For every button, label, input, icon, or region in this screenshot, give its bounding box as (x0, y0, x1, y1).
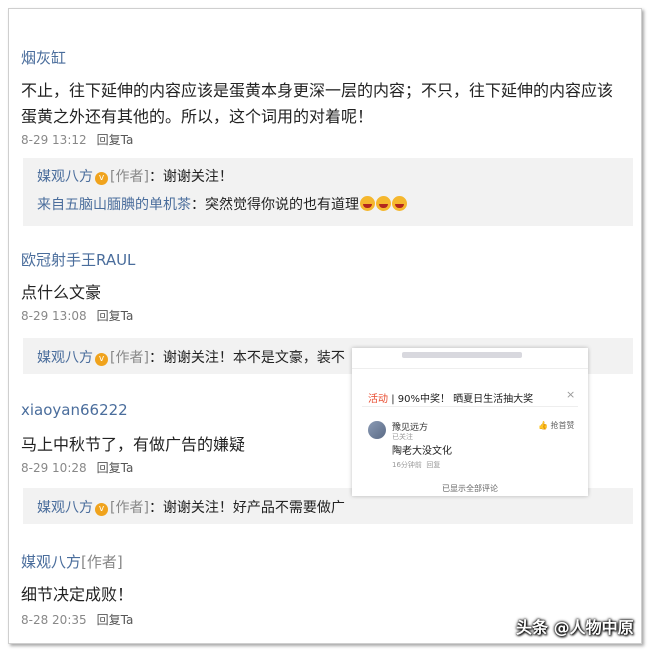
comment-2-username[interactable]: 欧冠射手王RAUL (21, 249, 135, 270)
blurred-text (402, 352, 522, 358)
watermark: 头条 @人物中原 (516, 618, 634, 637)
avatar[interactable] (368, 421, 386, 439)
comment-2-meta: 8-29 13:08 回复Ta (21, 307, 133, 324)
comment-2-time: 8-29 13:08 (21, 309, 87, 323)
comment-1-line-2: 蛋黄之外还有其他的。所以，这个词用的对着呢！ (21, 107, 374, 126)
comment-1-meta: 8-29 13:12 回复Ta (21, 131, 133, 148)
comment-1-reply-button[interactable]: 回复Ta (97, 133, 134, 147)
popup-time: 16分钟前 (392, 461, 422, 469)
popup-top-bar (352, 348, 588, 369)
reply-3-1: 媒观八方 v [作者]：谢谢关注！好产品不需要做广 (37, 497, 345, 517)
reply-1-1-text: ：谢谢关注！ (148, 169, 233, 185)
reply-2-1-text: ：谢谢关注！本不是文豪，装不 (148, 350, 345, 366)
author-tag: [作者] (110, 169, 149, 185)
verified-badge-icon: v (95, 353, 108, 366)
like-button[interactable]: 👍 抢首赞 (538, 420, 575, 431)
comment-3-reply-button[interactable]: 回复Ta (97, 461, 134, 475)
comment-4-username[interactable]: 媒观八方 (21, 553, 81, 571)
thumb-up-icon: 👍 (538, 421, 548, 430)
laugh-emoji-icon (392, 196, 407, 211)
laugh-emoji-icon (360, 196, 375, 211)
reply-3-1-text: ：谢谢关注！好产品不需要做广 (148, 500, 345, 516)
comment-4-username-line: 媒观八方[作者] (21, 551, 123, 572)
popup-comment-text: 陶老大没文化 (392, 446, 452, 457)
reply-1-2-text: ：突然觉得你说的也有道理 (191, 197, 359, 213)
reply-3-1-user[interactable]: 媒观八方 (37, 500, 93, 516)
author-tag: [作者] (110, 500, 149, 516)
comment-4-reply-button[interactable]: 回复Ta (97, 613, 134, 627)
comment-2-line-1: 点什么文豪 (21, 283, 102, 302)
activity-banner[interactable]: 活动 | 90%中奖！ 晒夏日生活抽大奖 (368, 390, 533, 405)
comment-1-time: 8-29 13:12 (21, 133, 87, 147)
comment-4-time: 8-28 20:35 (21, 613, 87, 627)
comment-4-line-1: 细节决定成败！ (21, 585, 134, 604)
comment-2-reply-button[interactable]: 回复Ta (97, 309, 134, 323)
reply-1-1: 媒观八方 v [作者]：谢谢关注！ (37, 166, 233, 186)
popup-footer: 已显示全部评论 (442, 484, 498, 493)
comment-4-meta: 8-28 20:35 回复Ta (21, 611, 133, 628)
reply-2-1: 媒观八方 v [作者]：谢谢关注！本不是文豪，装不 (37, 347, 345, 367)
comment-popup: 活动 | 90%中奖！ 晒夏日生活抽大奖 × 豫见远方 已关注 👍 抢首赞 陶老… (352, 348, 588, 496)
comment-3-meta: 8-29 10:28 回复Ta (21, 459, 133, 476)
reply-2-1-user[interactable]: 媒观八方 (37, 350, 93, 366)
divider (362, 406, 578, 407)
comment-1-replies: 媒观八方 v [作者]：谢谢关注！ 来自五脑山腼腆的单机茶：突然觉得你说的也有道理 (23, 158, 633, 226)
laugh-emoji-icon (376, 196, 391, 211)
reply-1-2-user[interactable]: 来自五脑山腼腆的单机茶 (37, 197, 191, 213)
reply-1-1-user[interactable]: 媒观八方 (37, 169, 93, 185)
activity-tag: 活动 (368, 394, 388, 405)
verified-badge-icon: v (95, 172, 108, 185)
comment-1-line-1: 不止，往下延伸的内容应该是蛋黄本身更深一层的内容；不只，往下延伸的内容应该 (21, 81, 614, 100)
activity-text: | 90%中奖！ 晒夏日生活抽大奖 (391, 394, 534, 405)
close-icon[interactable]: × (566, 388, 575, 401)
verified-badge-icon: v (95, 503, 108, 516)
reply-1-2: 来自五脑山腼腆的单机茶：突然觉得你说的也有道理 (37, 194, 407, 214)
screenshot-frame: 烟灰缸 不止，往下延伸的内容应该是蛋黄本身更深一层的内容；不只，往下延伸的内容应… (8, 8, 642, 644)
popup-comment-meta: 16分钟前 回复 (392, 460, 440, 470)
comment-3-time: 8-29 10:28 (21, 461, 87, 475)
popup-reply-button[interactable]: 回复 (426, 461, 440, 469)
comment-3-line-1: 马上中秋节了，有做广告的嫌疑 (21, 435, 246, 454)
follow-status: 已关注 (392, 433, 413, 441)
comment-1-username[interactable]: 烟灰缸 (21, 47, 66, 68)
like-label: 抢首赞 (550, 421, 575, 430)
comment-3-username[interactable]: xiaoyan66222 (21, 401, 128, 419)
author-tag: [作者] (81, 553, 123, 571)
author-tag: [作者] (110, 350, 149, 366)
